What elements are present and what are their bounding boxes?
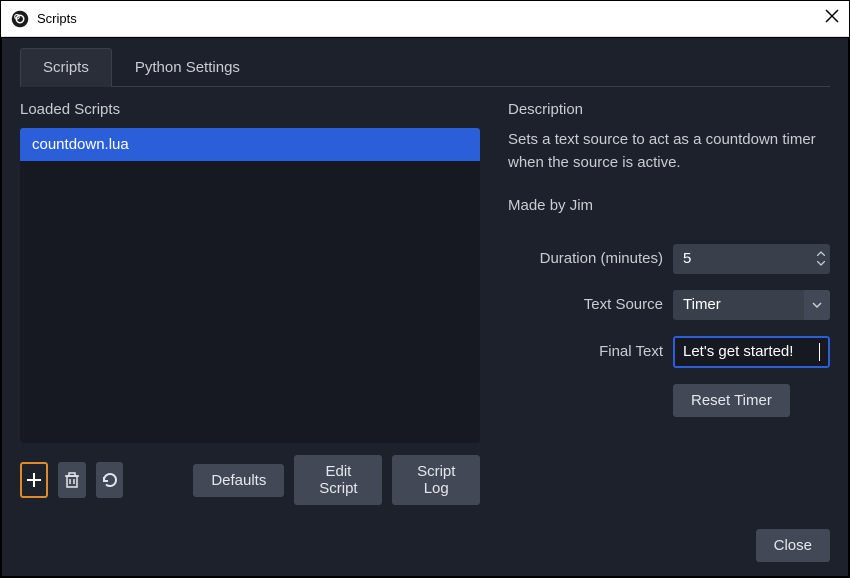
close-button[interactable]: Close [756,529,830,562]
tab-python-settings[interactable]: Python Settings [112,48,263,86]
final-text-label: Final Text [508,343,673,360]
final-text-row: Final Text Let's get started! [508,336,830,368]
text-source-label: Text Source [508,296,673,313]
columns: Loaded Scripts countdown.lua Default [20,101,830,505]
text-source-select[interactable]: Timer [673,290,830,320]
edit-script-button[interactable]: Edit Script [294,455,382,505]
list-item[interactable]: countdown.lua [20,128,480,161]
tabbar: Scripts Python Settings [20,48,830,87]
left-toolbar: Defaults Edit Script Script Log [20,455,480,505]
description-text: Sets a text source to act as a countdown… [508,128,830,175]
spin-up-icon[interactable] [817,249,825,259]
scripts-window: Scripts Scripts Python Settings Loaded S… [0,0,850,578]
app-icon [11,10,29,28]
reset-timer-button[interactable]: Reset Timer [673,384,790,417]
close-icon [825,9,839,23]
description-label: Description [508,101,830,118]
titlebar: Scripts [1,1,849,37]
tab-scripts[interactable]: Scripts [20,48,112,87]
right-panel: Description Sets a text source to act as… [508,101,830,505]
final-text-input[interactable]: Let's get started! [673,336,830,368]
duration-spinner [812,244,830,274]
refresh-icon [101,471,119,489]
duration-input[interactable]: 5 [673,244,830,274]
chevron-down-icon[interactable] [804,290,830,320]
script-log-button[interactable]: Script Log [392,455,480,505]
reload-script-button[interactable] [96,462,123,498]
plus-icon [25,471,43,489]
window-close-button[interactable] [811,9,839,28]
trash-icon [63,471,81,489]
text-source-row: Text Source Timer [508,290,830,320]
loaded-scripts-label: Loaded Scripts [20,101,480,118]
window-title: Scripts [37,11,811,26]
text-source-value: Timer [673,290,804,320]
content-area: Scripts Python Settings Loaded Scripts c… [1,37,849,577]
duration-label: Duration (minutes) [508,250,673,267]
left-panel: Loaded Scripts countdown.lua Default [20,101,480,505]
add-script-button[interactable] [20,462,48,498]
remove-script-button[interactable] [58,462,85,498]
duration-value: 5 [673,244,812,274]
final-text-value: Let's get started! [683,343,818,360]
script-list[interactable]: countdown.lua [20,128,480,443]
text-cursor [819,343,820,361]
spin-down-icon[interactable] [817,259,825,269]
footer: Close [20,529,830,562]
duration-row: Duration (minutes) 5 [508,244,830,274]
defaults-button[interactable]: Defaults [193,464,284,497]
reset-row: Reset Timer [508,384,830,417]
author-text: Made by Jim [508,197,830,214]
